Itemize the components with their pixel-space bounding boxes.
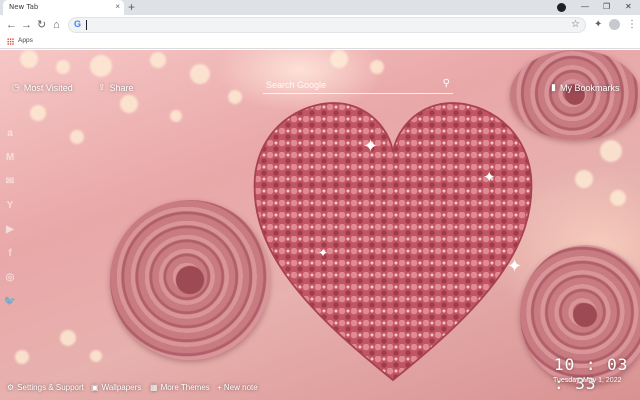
- share-link[interactable]: ⇪ Share: [98, 82, 134, 93]
- tab-strip: New Tab × + — ❐ ✕: [0, 0, 640, 15]
- grid-icon: ▦: [150, 383, 158, 392]
- search-placeholder: Search Google: [266, 80, 327, 90]
- youtube-icon[interactable]: ▶: [3, 223, 17, 237]
- yahoo-icon[interactable]: Y: [3, 199, 17, 213]
- outlook-icon[interactable]: ✉: [3, 175, 17, 189]
- date: Tuesday, May 1, 2022: [553, 377, 622, 384]
- my-bookmarks-label: My Bookmarks: [559, 82, 620, 93]
- toolbar: ← → ↻ ⌂ G ☆ ✦ ⋮: [0, 15, 640, 35]
- tab-new-tab[interactable]: New Tab ×: [3, 0, 124, 15]
- svg-text:✦: ✦: [318, 246, 328, 260]
- profile-icon[interactable]: [557, 3, 566, 12]
- apps-grid-icon[interactable]: [7, 38, 14, 45]
- svg-text:✦: ✦: [507, 256, 522, 276]
- search-icon[interactable]: ⚲: [443, 78, 450, 89]
- wallpapers-label: Wallpapers: [101, 383, 142, 392]
- settings-support-link[interactable]: ⚙ Settings & Support: [7, 383, 84, 392]
- glitter-heart: ✦ ✦ ✦ ✦: [238, 92, 548, 392]
- google-icon: G: [74, 19, 82, 29]
- most-visited-label: Most Visited: [23, 82, 73, 93]
- text-caret: [86, 20, 87, 30]
- bookmark-icon: ▮: [551, 82, 556, 92]
- clock: 10 : 03 : 33: [554, 355, 629, 393]
- clock-history-icon: ◷: [12, 82, 20, 92]
- forward-icon[interactable]: →: [21, 18, 32, 32]
- back-icon[interactable]: ←: [6, 18, 17, 32]
- search-input[interactable]: Search Google ⚲: [263, 78, 453, 94]
- my-bookmarks-link[interactable]: ▮ My Bookmarks: [551, 82, 619, 93]
- apps-link[interactable]: Apps: [18, 37, 33, 44]
- tab-title: New Tab: [9, 3, 39, 11]
- bookmarks-bar: Apps: [0, 35, 640, 49]
- instagram-icon[interactable]: ◎: [3, 271, 17, 285]
- new-note-link[interactable]: + New note: [217, 383, 258, 392]
- gmail-icon[interactable]: M: [3, 151, 17, 165]
- share-label: Share: [109, 82, 134, 93]
- amazon-icon[interactable]: a: [3, 127, 17, 141]
- new-tab-page: ✦ ✦ ✦ ✦ ◷ Most Visited ⇪ Share Search Go…: [0, 50, 640, 400]
- menu-icon[interactable]: ⋮: [627, 18, 637, 32]
- settings-label: Settings & Support: [17, 383, 84, 392]
- bookmark-star-icon[interactable]: ☆: [571, 19, 580, 30]
- facebook-icon[interactable]: f: [3, 247, 17, 261]
- close-window-button[interactable]: ✕: [625, 1, 632, 13]
- twitter-icon[interactable]: 🐦: [3, 295, 17, 309]
- reload-icon[interactable]: ↻: [37, 18, 46, 32]
- gear-icon: ⚙: [7, 383, 15, 392]
- svg-text:✦: ✦: [363, 136, 378, 156]
- minimize-button[interactable]: —: [581, 1, 589, 13]
- new-note-label: + New note: [217, 383, 258, 392]
- image-icon: ▣: [91, 383, 99, 392]
- most-visited-link[interactable]: ◷ Most Visited: [12, 82, 73, 93]
- wallpapers-link[interactable]: ▣ Wallpapers: [91, 383, 141, 392]
- new-tab-button[interactable]: +: [128, 0, 135, 14]
- extensions-icon[interactable]: ✦: [594, 18, 602, 32]
- tab-close-icon[interactable]: ×: [115, 2, 120, 12]
- avatar[interactable]: [609, 19, 620, 30]
- home-icon[interactable]: ⌂: [53, 18, 60, 32]
- svg-text:✦: ✦: [483, 169, 496, 186]
- share-icon: ⇪: [98, 82, 106, 92]
- address-bar[interactable]: G ☆: [68, 17, 586, 33]
- maximize-button[interactable]: ❐: [603, 1, 610, 13]
- more-themes-label: More Themes: [160, 383, 210, 392]
- more-themes-link[interactable]: ▦ More Themes: [150, 383, 210, 392]
